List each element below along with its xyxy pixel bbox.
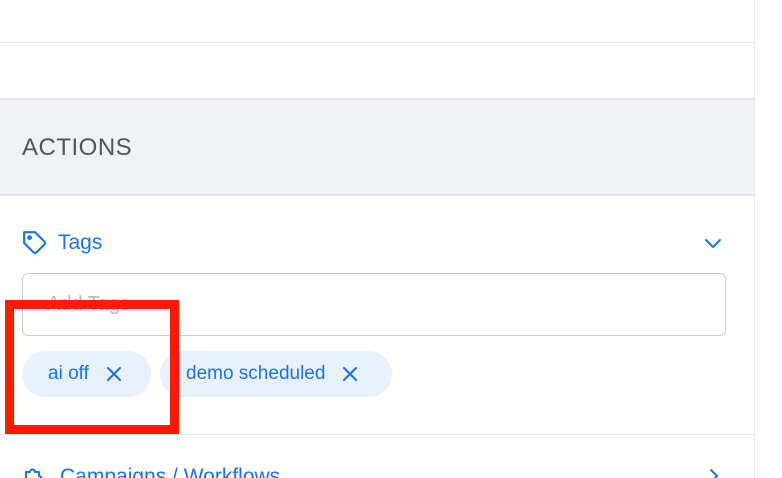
- chevron-down-icon[interactable]: [701, 231, 725, 255]
- tags-section-toggle[interactable]: Tags: [22, 228, 102, 258]
- campaigns-section-toggle[interactable]: Campaigns / Workflows: [22, 462, 280, 478]
- chevron-right-icon[interactable]: [704, 466, 724, 478]
- divider: [0, 42, 755, 43]
- tag-chip-label: demo scheduled: [186, 363, 326, 384]
- panel-border: [754, 0, 755, 478]
- close-icon[interactable]: [341, 365, 359, 383]
- tags-label: Tags: [58, 231, 103, 254]
- contact-details-panel: ACTIONS Tags ai off demo scheduled: [0, 0, 755, 478]
- campaigns-label: Campaigns / Workflows: [60, 465, 281, 478]
- tag-chip-ai-off: ai off: [22, 351, 151, 397]
- actions-title: ACTIONS: [22, 134, 133, 161]
- tag-icon: [22, 230, 48, 256]
- add-tags-input[interactable]: [22, 273, 726, 336]
- puzzle-icon: [22, 465, 46, 478]
- tag-chip-label: ai off: [48, 363, 89, 384]
- actions-section-header: ACTIONS: [0, 98, 755, 196]
- close-icon[interactable]: [105, 365, 123, 383]
- divider: [0, 434, 755, 435]
- tag-chip-demo-scheduled: demo scheduled: [160, 351, 392, 397]
